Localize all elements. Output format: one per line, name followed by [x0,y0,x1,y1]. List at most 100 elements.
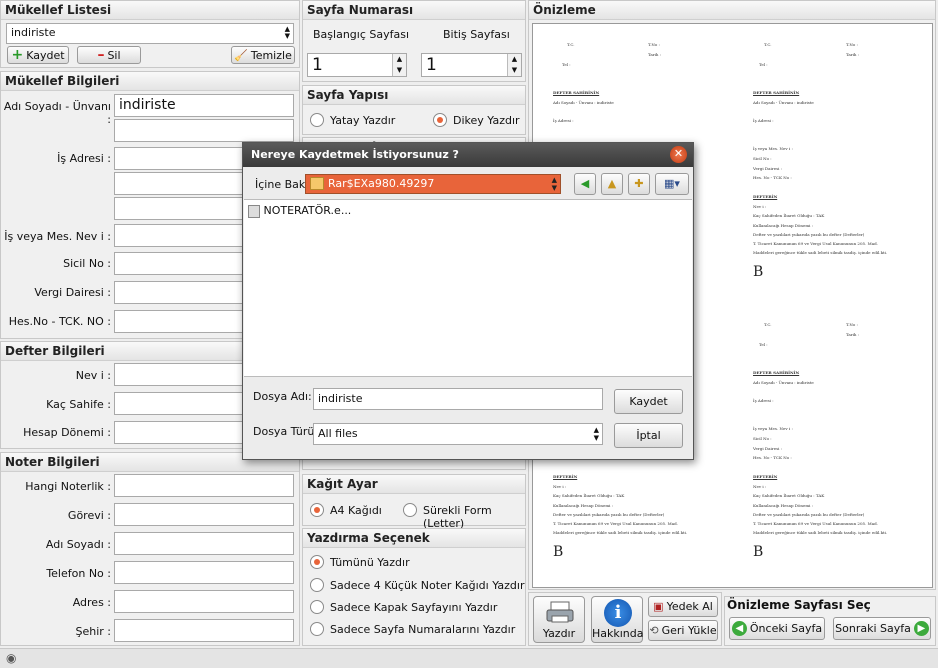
pv-line3-bl: Defter ve yazılılari yukarıda yazılı bu … [553,512,665,517]
pv-tc-br: T.C. [764,322,772,327]
pv-defterin-br: DEFTERİN [753,474,778,479]
save-dialog: Nereye Kaydetmek İstiyorsunuz ? ✕ İçine … [242,142,694,460]
back-icon[interactable]: ◀ [574,173,596,195]
file-name: NOTERATÖR.e... [263,204,352,217]
book-type-label: Nev i : [75,369,111,382]
clear-button[interactable]: 🧹 Temizle [231,46,295,64]
pv-defterin-bl: DEFTERİN [553,474,578,479]
pv-isadresi-r: İş Adresi : [753,118,774,123]
portrait-label: Dikey Yazdır [453,114,520,127]
new-folder-icon[interactable]: ✚ [628,173,650,195]
restore-icon: ⟲ [649,624,659,637]
print-numbers-radio[interactable] [310,622,324,636]
eye-icon[interactable]: ◉ [6,651,16,665]
taxpayer-list-panel: Mükellef Listesi indiriste ▲ ▼ + Kaydet – Si… [0,0,300,68]
print-cover-label: Sadece Kapak Sayfayını Yazdır [330,601,498,614]
continuous-radio[interactable] [403,503,417,517]
notary-address-field[interactable] [114,590,294,613]
backup-button[interactable]: ▣ Yedek Al [648,596,718,617]
spinner-arrows-icon[interactable]: ▲ ▼ [507,54,521,76]
look-in-label: İçine Bak: [255,178,309,191]
spinner-icon: ▲ ▼ [284,25,290,40]
pv-meslek-r: İş veya Mes. Nev i : [753,146,793,151]
name-field-2[interactable] [114,119,294,142]
pv-line3-r: Defter ve yazılılari yukarıda yazılı bu … [753,232,865,237]
job-label: İş veya Mes. Nev i : [4,230,111,243]
phone-field[interactable] [114,561,294,584]
cancel-button[interactable]: İptal [614,423,683,448]
print-all-radio[interactable] [310,555,324,569]
pv-line5-bl: Maddeleri gereğince tükle sadi lebeti si… [553,530,688,535]
pv-tno-r: T.No : [846,42,858,47]
restore-label: Geri Yükle [661,624,717,637]
print-cover-radio[interactable] [310,600,324,614]
notary-name-field[interactable] [114,532,294,555]
print-small-radio[interactable] [310,578,324,592]
city-field[interactable] [114,619,294,642]
pv-header-r: DEFTER SAHİBİNİN [753,90,800,95]
pv-header: DEFTER SAHİBİNİN [553,90,600,95]
landscape-radio[interactable] [310,113,324,127]
tax-no-label: Hes.No - TCK. NO : [8,315,111,328]
close-icon[interactable]: ✕ [670,146,687,163]
page-layout-panel: Sayfa Yapısı Yatay Yazdır Dikey Yazdır [302,85,526,135]
pv-sicil-r: Sicil No : [753,156,772,161]
continuous-label: Sürekli Form (Letter) [423,504,492,530]
print-all-label: Tümünü Yazdır [330,556,410,569]
filetype-select[interactable]: All files ▲ ▼ [313,423,603,445]
delete-taxpayer-button[interactable]: – Sil [77,46,141,64]
save-disk-icon: ▣ [653,600,664,613]
taxpayer-select[interactable]: indiriste ▲ ▼ [6,23,294,44]
up-folder-icon[interactable]: ▲ [601,173,623,195]
view-menu-icon[interactable]: ▦▾ [655,173,689,195]
end-page-spinner[interactable]: 1 ▲ ▼ [421,53,522,77]
add-taxpayer-button[interactable]: + Kaydet [7,46,69,64]
pv-line5-br: Maddeleri gereğince tükle sadi lebeti si… [753,530,888,535]
a4-radio[interactable] [310,503,324,517]
taxpayer-info-title: Mükellef Bilgileri [1,72,299,91]
notary-address-label: Adres : [72,596,111,609]
pv-nevi-br: Nev i : [753,484,767,489]
name-field[interactable]: indiriste [114,94,294,117]
previous-page-label: Önceki Sayfa [749,622,823,635]
print-button[interactable]: Yazdır [533,596,585,643]
landscape-label: Yatay Yazdır [330,114,396,127]
page-select-panel: Önizleme Sayfası Seç ◀ Önceki Sayfa Sonra… [724,596,936,646]
portrait-radio[interactable] [433,113,447,127]
pv-tno-br: T.No : [846,322,858,327]
notary-field[interactable] [114,474,294,497]
next-page-button[interactable]: Sonraki Sayfa ▶ [833,617,931,640]
plus-icon: + [11,47,24,63]
save-button[interactable]: Kaydet [614,389,683,414]
page-number-title: Sayfa Numarası [303,1,525,20]
spinner-arrows-icon[interactable]: ▲ ▼ [392,54,406,76]
filename-field[interactable]: indiriste [313,388,603,410]
start-page-spinner[interactable]: 1 ▲ ▼ [307,53,407,77]
folder-icon [310,177,324,190]
broom-icon: 🧹 [234,48,248,62]
pv-tno: T.No : [648,42,660,47]
pv-line1-br: Kaç Sahifeden İbaret Olduğu : TAK [753,493,825,498]
taxpayer-select-value: indiriste [11,26,56,39]
restore-button[interactable]: ⟲ Geri Yükle [648,620,718,641]
about-button[interactable]: i Hakkında [591,596,644,643]
start-page-label: Başlangıç Sayfası [313,28,410,41]
name-label: Adı Soyadı - Ünvanı : [3,100,111,126]
pv-sicil-br: Sicil No : [753,436,772,441]
notary-info-panel: Noter Bilgileri Hangi Noterlik : Görevi … [0,452,300,646]
look-in-select[interactable]: Rar$EXa980.49297 ▲ ▼ [305,174,561,194]
pv-tarih: Tarih : [648,52,662,57]
file-list[interactable]: NOTERATÖR.e... [244,199,692,377]
file-item[interactable]: NOTERATÖR.e... [248,204,351,218]
pv-b-r: B [753,264,764,280]
a4-label: A4 Kağıdı [330,504,382,517]
duty-field[interactable] [114,503,294,526]
pv-tel-r: Tel : [759,62,768,67]
paper-panel: Kağıt Ayar A4 Kağıdı Sürekli Form (Lette… [302,474,526,530]
pv-adi-r: Adı Soyadı - Ünvanı : indiriste [753,100,814,105]
pv-line2-r: Kullanılacağı Hesap Dönemi : [753,223,814,228]
previous-page-button[interactable]: ◀ Önceki Sayfa [729,617,825,640]
print-small-label: Sadece 4 Küçük Noter Kağıdı Yazdır [330,579,525,592]
print-label: Yazdır [542,627,576,640]
page-layout-title: Sayfa Yapısı [303,86,525,105]
